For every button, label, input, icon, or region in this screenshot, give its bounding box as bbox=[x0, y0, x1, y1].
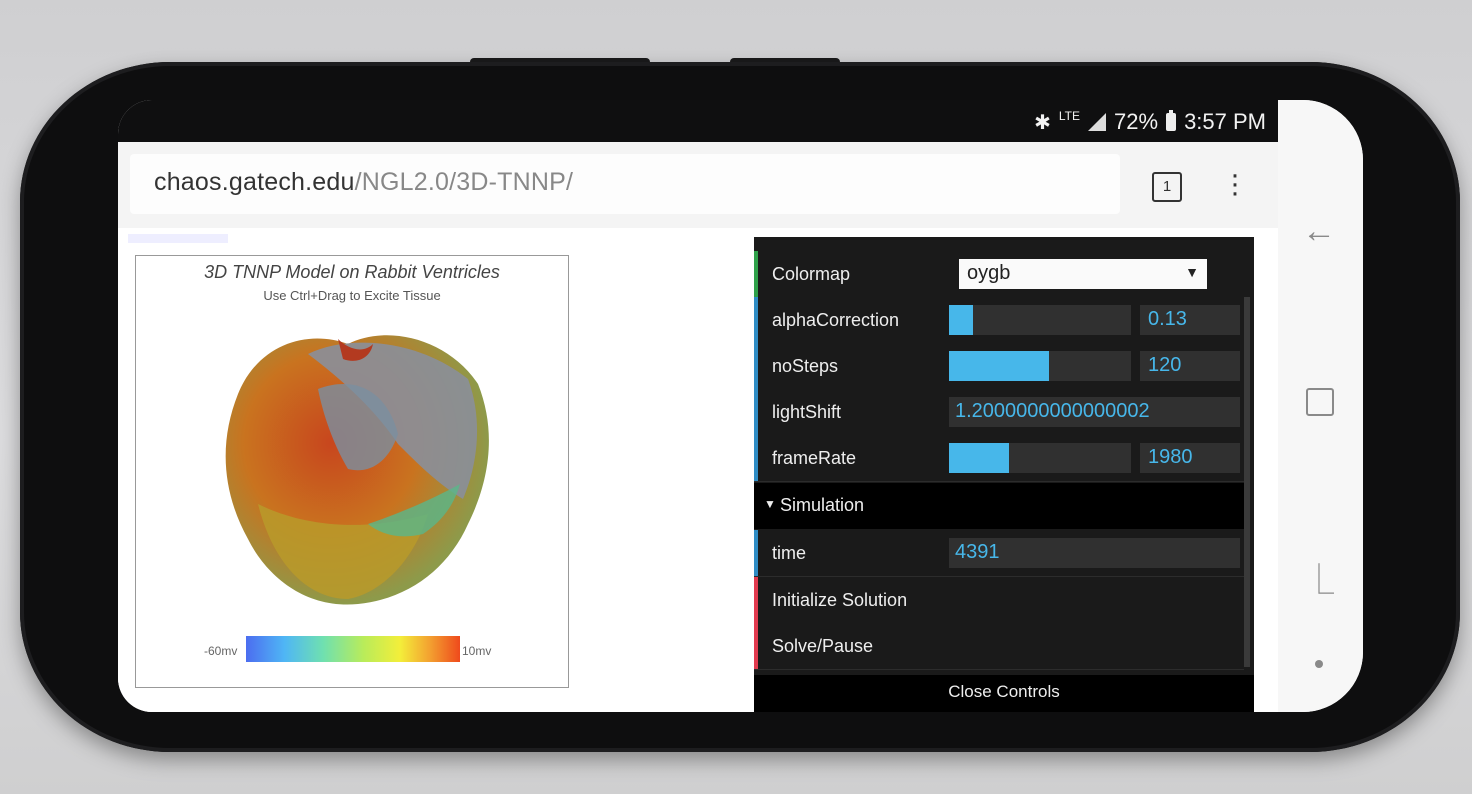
colorbar-max-label: 10mv bbox=[462, 644, 492, 658]
viz-title: 3D TNNP Model on Rabbit Ventricles bbox=[204, 262, 500, 282]
folder-toggle-icon: ▼ bbox=[764, 497, 776, 511]
nav-dot-icon[interactable] bbox=[1315, 660, 1323, 668]
time-row: time 4391 bbox=[754, 530, 1244, 577]
viz-subtitle: Use Ctrl+Drag to Excite Tissue bbox=[263, 288, 441, 303]
dropdown-arrow-icon: ▼ bbox=[1185, 264, 1199, 280]
alpha-correction-value: 0.13 bbox=[1148, 308, 1187, 330]
url-text: chaos.gatech.edu/NGL2.0/3D-TNNP/ bbox=[154, 168, 573, 197]
time-label: time bbox=[772, 543, 807, 563]
no-steps-slider[interactable] bbox=[949, 351, 1131, 381]
signal-icon bbox=[1088, 113, 1107, 131]
colormap-value: oygb bbox=[967, 262, 1011, 284]
frame-rate-label: frameRate bbox=[772, 448, 857, 468]
simulation-folder[interactable]: ▼ Simulation bbox=[754, 483, 1244, 529]
status-bar: ✱ LTE 72% 3:57 PM bbox=[118, 100, 1278, 142]
time-value: 4391 bbox=[955, 541, 1000, 563]
tabs-button[interactable]: 1 bbox=[1152, 172, 1182, 202]
battery-percent: 72% bbox=[1114, 109, 1159, 134]
simulation-canvas[interactable]: 3D TNNP Model on Rabbit Ventricles Use C… bbox=[135, 255, 569, 688]
web-page: 3D TNNP Model on Rabbit Ventricles Use C… bbox=[118, 228, 1278, 712]
lte-indicator: LTE bbox=[1058, 109, 1081, 123]
time-input[interactable]: 4391 bbox=[949, 538, 1240, 568]
browser-toolbar: chaos.gatech.edu/NGL2.0/3D-TNNP/ 1 · · · bbox=[118, 142, 1278, 228]
bluetooth-icon: ✱ bbox=[1034, 111, 1051, 134]
initialize-solution-label: Initialize Solution bbox=[772, 590, 908, 610]
colormap-label: Colormap bbox=[772, 264, 851, 284]
heart-model-image[interactable] bbox=[198, 324, 498, 614]
android-nav-bar: ← ⎿ bbox=[1278, 100, 1363, 712]
frame-rate-row: frameRate 1980 bbox=[754, 435, 1244, 482]
url-domain: chaos.gatech.edu bbox=[154, 168, 355, 196]
alpha-correction-input[interactable]: 0.13 bbox=[1140, 305, 1240, 335]
colormap-select[interactable]: oygb ▼ bbox=[959, 259, 1207, 289]
fps-meter bbox=[128, 234, 228, 243]
phone-screen: ✱ LTE 72% 3:57 PM chaos.gatech.edu/NGL2.… bbox=[118, 100, 1363, 712]
no-steps-label: noSteps bbox=[772, 356, 839, 376]
simulation-folder-label: Simulation bbox=[780, 495, 865, 515]
light-shift-input[interactable]: 1.2000000000000002 bbox=[949, 397, 1240, 427]
colorbar bbox=[246, 636, 460, 662]
battery-icon bbox=[1166, 110, 1177, 131]
panel-scrollbar[interactable] bbox=[1244, 297, 1250, 667]
alpha-correction-slider[interactable] bbox=[949, 305, 1131, 335]
alpha-correction-row: alphaCorrection 0.13 bbox=[754, 297, 1244, 344]
no-steps-input[interactable]: 120 bbox=[1140, 351, 1240, 381]
controls-panel: Colormap oygb ▼ alphaCorrection 0.13 noS… bbox=[754, 237, 1254, 712]
no-steps-row: noSteps 120 bbox=[754, 343, 1244, 390]
alpha-correction-label: alphaCorrection bbox=[772, 310, 900, 330]
light-shift-label: lightShift bbox=[772, 402, 842, 422]
recent-apps-icon[interactable] bbox=[1306, 388, 1334, 416]
address-bar[interactable]: chaos.gatech.edu/NGL2.0/3D-TNNP/ bbox=[130, 154, 1120, 214]
initialize-solution-button[interactable]: Initialize Solution bbox=[754, 577, 1244, 624]
slider-fill bbox=[949, 443, 1010, 473]
slider-fill bbox=[949, 351, 1050, 381]
more-menu-icon[interactable]: · · · bbox=[1230, 160, 1240, 208]
back-arrow-icon[interactable]: ← bbox=[1302, 212, 1336, 251]
solve-pause-button[interactable]: Solve/Pause bbox=[754, 623, 1244, 670]
slider-fill bbox=[949, 305, 973, 335]
no-steps-value: 120 bbox=[1148, 354, 1182, 376]
close-controls-button[interactable]: Close Controls bbox=[754, 675, 1254, 712]
solve-pause-label: Solve/Pause bbox=[772, 636, 874, 656]
url-path: /NGL2.0/3D-TNNP/ bbox=[354, 168, 574, 196]
colorbar-min-label: -60mv bbox=[204, 644, 238, 658]
light-shift-row: lightShift 1.2000000000000002 bbox=[754, 389, 1244, 436]
frame-rate-slider[interactable] bbox=[949, 443, 1131, 473]
clock: 3:57 PM bbox=[1184, 109, 1266, 134]
light-shift-value: 1.2000000000000002 bbox=[955, 400, 1150, 422]
frame-rate-value: 1980 bbox=[1148, 446, 1193, 468]
frame-rate-input[interactable]: 1980 bbox=[1140, 443, 1240, 473]
colormap-row: Colormap oygb ▼ bbox=[754, 251, 1244, 298]
home-icon[interactable]: ⎿ bbox=[1304, 555, 1334, 599]
